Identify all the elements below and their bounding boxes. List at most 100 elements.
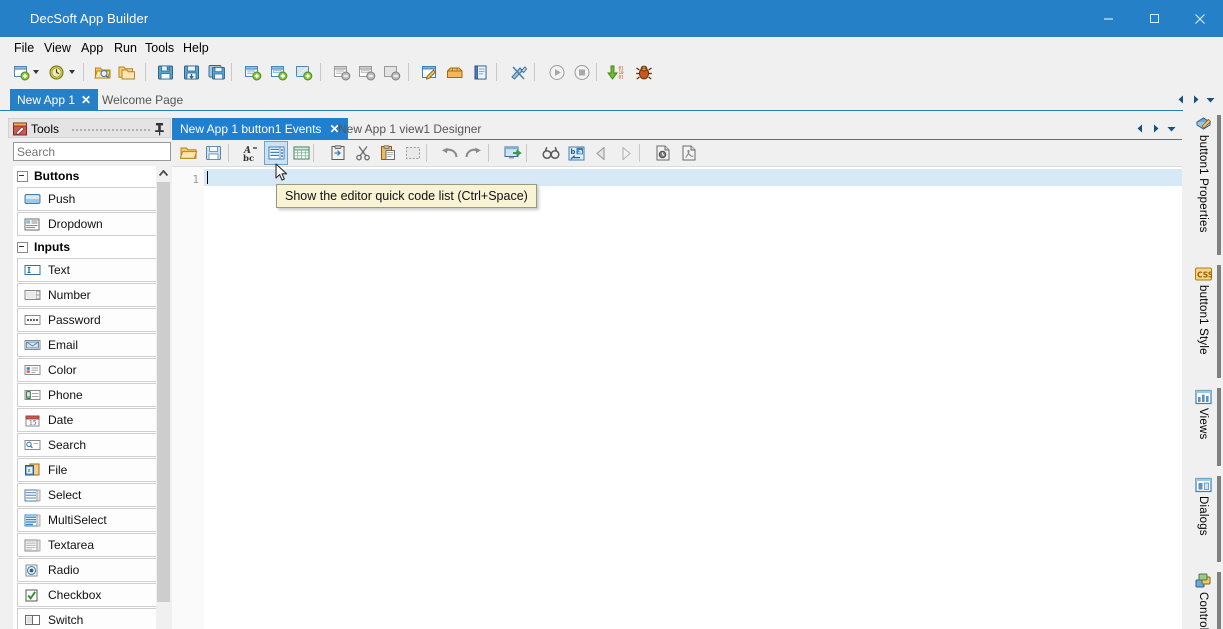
tool-item-email[interactable]: Email	[17, 333, 169, 357]
scroll-thumb[interactable]	[157, 182, 170, 602]
open-app-button[interactable]	[92, 61, 114, 83]
recent-apps-dropdown-arrow[interactable]	[66, 61, 77, 83]
save-code-file-button[interactable]	[202, 142, 224, 164]
tool-item-file[interactable]: x File	[17, 458, 169, 482]
chevron-down-icon[interactable]	[1165, 121, 1178, 136]
chevron-right-icon[interactable]	[1149, 121, 1162, 136]
tool-item-radio[interactable]: Radio	[17, 558, 169, 582]
select-all-button[interactable]	[402, 142, 424, 164]
save-all-button[interactable]	[206, 61, 228, 83]
redo-button[interactable]	[462, 142, 484, 164]
editor-tab-view1-designer[interactable]: New App 1 view1 Designer	[330, 118, 489, 139]
tool-item-date[interactable]: 15 Date	[17, 408, 169, 432]
minimize-button[interactable]	[1085, 0, 1131, 37]
tool-item-search[interactable]: Search	[17, 433, 169, 457]
tool-item-label: Number	[48, 288, 91, 302]
find-previous-button[interactable]	[590, 142, 612, 164]
tool-item-switch[interactable]: Switch	[17, 608, 169, 629]
remove-frame-button[interactable]	[381, 61, 403, 83]
paste-special-button[interactable]	[327, 142, 349, 164]
menu-help[interactable]: Help	[177, 39, 215, 57]
tools-search-box[interactable]	[13, 142, 171, 161]
tool-item-password[interactable]: Password	[17, 308, 169, 332]
code-info-button[interactable]	[652, 142, 674, 164]
chevron-left-icon[interactable]	[1133, 121, 1146, 136]
number-input-icon	[22, 288, 42, 302]
pin-icon[interactable]	[153, 122, 166, 136]
menu-tools[interactable]: Tools	[139, 39, 180, 57]
tool-item-select[interactable]: Select	[17, 483, 169, 507]
quick-code-list-button[interactable]	[265, 142, 287, 164]
close-icon[interactable]: ✕	[81, 93, 91, 107]
tools-panel-title: Tools	[31, 122, 59, 136]
add-view-button[interactable]	[242, 61, 264, 83]
find-button[interactable]	[540, 142, 562, 164]
app-options-button[interactable]	[508, 61, 530, 83]
save-button[interactable]	[154, 61, 176, 83]
code-editor-area[interactable]: 1	[172, 166, 1182, 629]
tools-group-inputs[interactable]: Inputs	[13, 237, 171, 257]
cut-button[interactable]	[352, 142, 374, 164]
scroll-up-icon[interactable]	[156, 166, 171, 181]
tool-item-label: Search	[48, 438, 86, 452]
tool-item-dropdown[interactable]: Dropdown	[17, 212, 169, 236]
right-tab-label: button1 Style	[1197, 285, 1209, 377]
tool-item-push[interactable]: Push	[17, 187, 169, 211]
collapse-icon[interactable]	[17, 242, 28, 253]
maximize-button[interactable]	[1131, 0, 1177, 37]
code-table-button[interactable]	[290, 142, 312, 164]
right-tab-button1-style[interactable]: CSS button1 Style	[1186, 265, 1220, 377]
tools-palette-icon	[13, 122, 27, 136]
open-folder-button[interactable]	[116, 61, 138, 83]
close-button[interactable]	[1177, 0, 1223, 37]
menu-file[interactable]: File	[8, 39, 40, 57]
remove-dialog-button[interactable]	[356, 61, 378, 83]
tool-item-phone[interactable]: Phone	[17, 383, 169, 407]
app-documentation-button[interactable]	[470, 61, 492, 83]
search-input[interactable]	[14, 143, 176, 160]
edit-app-button[interactable]	[419, 61, 441, 83]
remove-view-button[interactable]	[331, 61, 353, 83]
chevron-left-icon[interactable]	[1174, 92, 1187, 107]
run-app-button[interactable]	[546, 61, 568, 83]
tools-group-buttons[interactable]: Buttons	[13, 166, 171, 186]
tool-item-text[interactable]: Text	[17, 258, 169, 282]
collapse-icon[interactable]	[17, 171, 28, 182]
recent-apps-button[interactable]	[45, 61, 67, 83]
right-tab-views[interactable]: Views	[1186, 388, 1220, 464]
stop-app-button[interactable]	[571, 61, 593, 83]
undo-button[interactable]	[438, 142, 460, 164]
chevron-down-icon[interactable]	[1204, 92, 1217, 107]
tool-item-checkbox[interactable]: Checkbox	[17, 583, 169, 607]
menu-app[interactable]: App	[75, 39, 109, 57]
right-tab-button1-properties[interactable]: button1 Properties	[1186, 115, 1220, 253]
right-tab-controls[interactable]: Controls	[1186, 572, 1220, 629]
right-tab-dialogs[interactable]: Dialogs	[1186, 476, 1220, 560]
app-resources-button[interactable]	[444, 61, 466, 83]
menu-run[interactable]: Run	[108, 39, 143, 57]
find-next-button[interactable]	[615, 142, 637, 164]
preview-button[interactable]	[502, 142, 524, 164]
export-pdf-button[interactable]	[678, 142, 700, 164]
app-tab-new-app-1[interactable]: New App 1 ✕	[10, 89, 98, 110]
tool-item-color[interactable]: Color	[17, 358, 169, 382]
new-app-dropdown-arrow[interactable]	[30, 61, 41, 83]
app-tab-welcome-page[interactable]: Welcome Page	[95, 89, 190, 110]
new-app-button[interactable]	[10, 61, 32, 83]
save-as-button[interactable]	[180, 61, 202, 83]
chevron-right-icon[interactable]	[1189, 92, 1202, 107]
replace-button[interactable]: b a	[565, 142, 587, 164]
compile-app-button[interactable]: 01 10 01	[606, 61, 628, 83]
debug-app-button[interactable]	[633, 61, 655, 83]
tool-item-multiselect[interactable]: MultiSelect	[17, 508, 169, 532]
tool-item-textarea[interactable]: Textarea	[17, 533, 169, 557]
tool-item-number[interactable]: Number	[17, 283, 169, 307]
tools-list-scrollbar[interactable]	[156, 166, 171, 629]
font-text-button[interactable]: A bc	[240, 142, 262, 164]
add-dialog-button[interactable]	[268, 61, 290, 83]
menu-view[interactable]: View	[38, 39, 77, 57]
add-frame-button[interactable]	[293, 61, 315, 83]
open-code-file-button[interactable]	[178, 142, 200, 164]
paste-button[interactable]	[377, 142, 399, 164]
editor-tab-button1-events[interactable]: New App 1 button1 Events ✕	[172, 118, 348, 139]
